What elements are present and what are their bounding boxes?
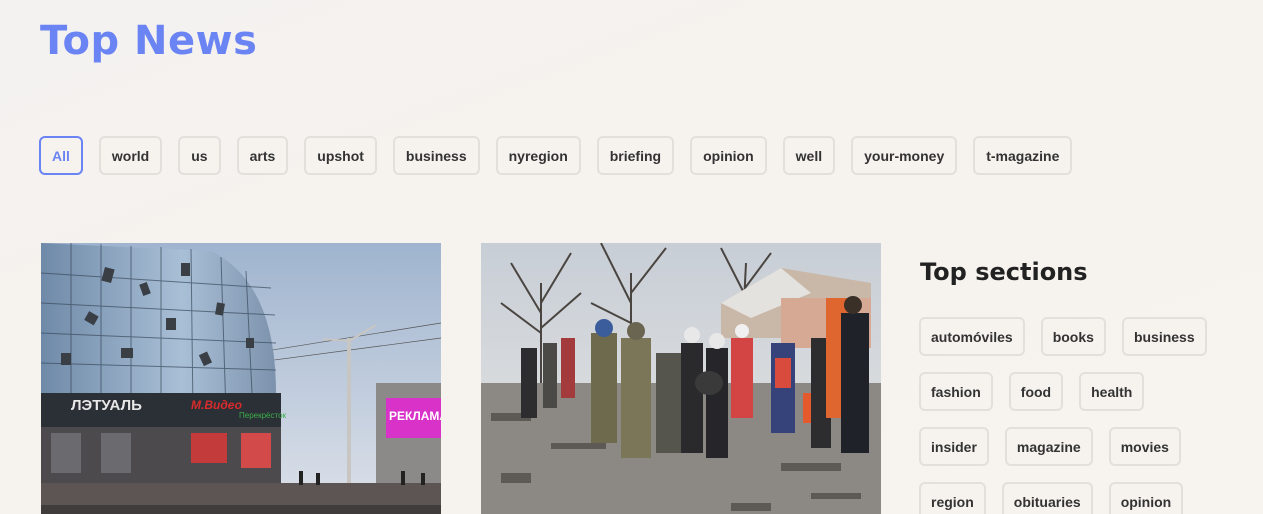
store-sign-mvideo: М.Видео [191, 398, 242, 412]
top-sections-title: Top sections [920, 258, 1088, 286]
top-sections-list: automóviles books business fashion food … [919, 317, 1239, 514]
article-image-1[interactable]: ЛЭТУАЛЬ М.Видео Перекрёсток РЕКЛАМА [41, 243, 441, 514]
section-chip-fashion[interactable]: fashion [919, 372, 993, 411]
section-chip-opinion[interactable]: opinion [1108, 482, 1184, 514]
section-chip-movies[interactable]: movies [1108, 427, 1181, 466]
section-chip-health[interactable]: health [1079, 372, 1145, 411]
section-chip-books[interactable]: books [1040, 317, 1106, 356]
section-chip-region[interactable]: region [919, 482, 986, 514]
section-chip-automoviles[interactable]: automóviles [919, 317, 1025, 356]
section-chip-obituaries[interactable]: obituaries [1001, 482, 1093, 514]
rescue-scene-photo [481, 243, 881, 514]
filter-chip-opinion[interactable]: opinion [690, 136, 767, 175]
filter-chip-world[interactable]: world [98, 136, 163, 175]
filter-chip-upshot[interactable]: upshot [304, 136, 377, 175]
filter-chip-us[interactable]: us [178, 136, 221, 175]
billboard-text: РЕКЛАМА [389, 409, 441, 423]
page-title: Top News [40, 18, 258, 64]
filter-chip-all[interactable]: All [39, 136, 83, 175]
filter-chip-t-magazine[interactable]: t-magazine [973, 136, 1073, 175]
filter-chip-well[interactable]: well [782, 136, 836, 175]
shopping-center-photo: ЛЭТУАЛЬ М.Видео Перекрёсток РЕКЛАМА [41, 243, 441, 514]
filter-chip-briefing[interactable]: briefing [596, 136, 675, 175]
filter-chip-business[interactable]: business [392, 136, 480, 175]
store-sign-letual: ЛЭТУАЛЬ [71, 397, 142, 414]
filter-chip-nyregion[interactable]: nyregion [495, 136, 581, 175]
filter-bar: All world us arts upshot business nyregi… [39, 136, 1073, 175]
section-chip-business[interactable]: business [1121, 317, 1207, 356]
filter-chip-arts[interactable]: arts [236, 136, 289, 175]
section-chip-food[interactable]: food [1008, 372, 1064, 411]
article-image-2[interactable] [481, 243, 881, 514]
section-chip-magazine[interactable]: magazine [1004, 427, 1093, 466]
section-chip-insider[interactable]: insider [919, 427, 989, 466]
store-sign-perekrestok: Перекрёсток [239, 411, 287, 420]
filter-chip-your-money[interactable]: your-money [851, 136, 958, 175]
